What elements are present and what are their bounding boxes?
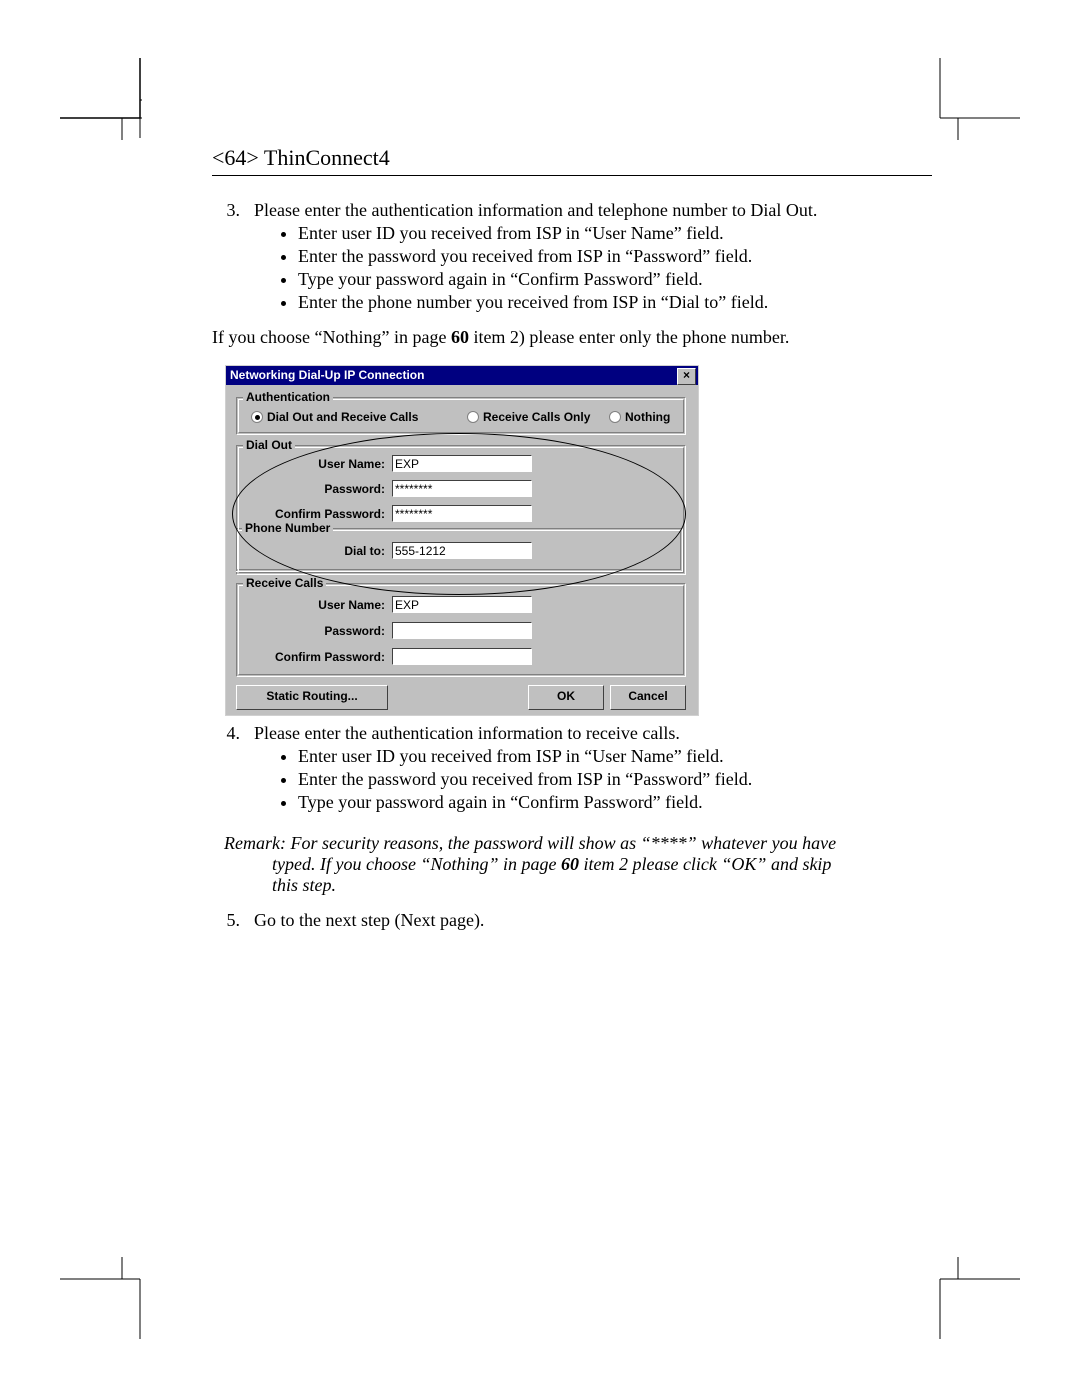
step-3-bullets: Enter user ID you received from ISP in “…: [254, 223, 932, 313]
dialog-body: Authentication Dial Out and Receive Call…: [226, 385, 698, 715]
step-number: 3.: [212, 200, 240, 221]
bullet: Type your password again in “Confirm Pas…: [298, 792, 932, 813]
phone-number-group: Phone Number Dial to: 555-1212: [236, 528, 683, 572]
page-header: <64> ThinConnect4: [212, 145, 932, 171]
page: <64> ThinConnect4 3. Please enter the au…: [0, 0, 1080, 1397]
recv-password-input[interactable]: [392, 622, 532, 639]
bullet: Enter user ID you received from ISP in “…: [298, 746, 932, 767]
password-label: Password:: [237, 482, 385, 496]
confirm-password-input[interactable]: ********: [392, 505, 532, 522]
dial-to-label: Dial to:: [236, 544, 385, 558]
dialog-window: Networking Dial-Up IP Connection × Authe…: [226, 366, 698, 715]
step-4: 4. Please enter the authentication infor…: [212, 723, 932, 819]
radio-icon: [467, 411, 479, 423]
static-routing-button[interactable]: Static Routing...: [236, 685, 388, 710]
bullet: Enter user ID you received from ISP in “…: [298, 223, 932, 244]
close-icon: ×: [683, 368, 690, 382]
step-5: 5. Go to the next step (Next page).: [212, 910, 932, 931]
step-3-lead: Please enter the authentication informat…: [254, 200, 932, 221]
close-button[interactable]: ×: [677, 368, 696, 385]
receive-calls-legend: Receive Calls: [243, 576, 326, 590]
recv-user-name-input[interactable]: EXP: [392, 596, 532, 613]
header-rule: [212, 175, 932, 176]
radio-receive-only[interactable]: Receive Calls Only: [467, 410, 590, 424]
step-4-bullets: Enter user ID you received from ISP in “…: [254, 746, 932, 813]
radio-nothing[interactable]: Nothing: [609, 410, 670, 424]
radio-icon: [251, 411, 263, 423]
nothing-note: If you choose “Nothing” in page 60 item …: [212, 327, 932, 348]
step-3: 3. Please enter the authentication infor…: [212, 200, 932, 319]
recv-user-name-label: User Name:: [237, 598, 385, 612]
step-number: 5.: [212, 910, 240, 931]
user-name-label: User Name:: [237, 457, 385, 471]
authentication-group: Authentication Dial Out and Receive Call…: [236, 397, 686, 435]
dialog-titlebar: Networking Dial-Up IP Connection ×: [226, 366, 698, 385]
ok-button[interactable]: OK: [528, 685, 604, 710]
user-name-input[interactable]: EXP: [392, 455, 532, 472]
dial-out-legend: Dial Out: [243, 438, 295, 452]
password-input[interactable]: ********: [392, 480, 532, 497]
recv-confirm-password-label: Confirm Password:: [237, 650, 385, 664]
bullet: Type your password again in “Confirm Pas…: [298, 269, 932, 290]
recv-confirm-password-input[interactable]: [392, 648, 532, 665]
radio-dial-out-and-receive[interactable]: Dial Out and Receive Calls: [251, 410, 418, 424]
bullet: Enter the password you received from ISP…: [298, 246, 932, 267]
step-4-lead: Please enter the authentication informat…: [254, 723, 932, 744]
recv-password-label: Password:: [237, 624, 385, 638]
confirm-password-label: Confirm Password:: [237, 507, 385, 521]
remark: Remark: For security reasons, the passwo…: [224, 833, 932, 896]
dial-out-group: Dial Out User Name: EXP Password: ******…: [236, 445, 686, 575]
receive-calls-group: Receive Calls User Name: EXP Password: C…: [236, 583, 686, 677]
radio-icon: [609, 411, 621, 423]
content-area: <64> ThinConnect4 3. Please enter the au…: [212, 145, 932, 935]
step-number: 4.: [212, 723, 240, 744]
dial-to-input[interactable]: 555-1212: [392, 542, 532, 559]
cancel-button[interactable]: Cancel: [610, 685, 686, 710]
authentication-legend: Authentication: [243, 390, 333, 404]
phone-number-legend: Phone Number: [242, 521, 333, 535]
dialog-title-text: Networking Dial-Up IP Connection: [230, 366, 424, 385]
step-5-text: Go to the next step (Next page).: [254, 910, 932, 931]
bullet: Enter the password you received from ISP…: [298, 769, 932, 790]
bullet: Enter the phone number you received from…: [298, 292, 932, 313]
